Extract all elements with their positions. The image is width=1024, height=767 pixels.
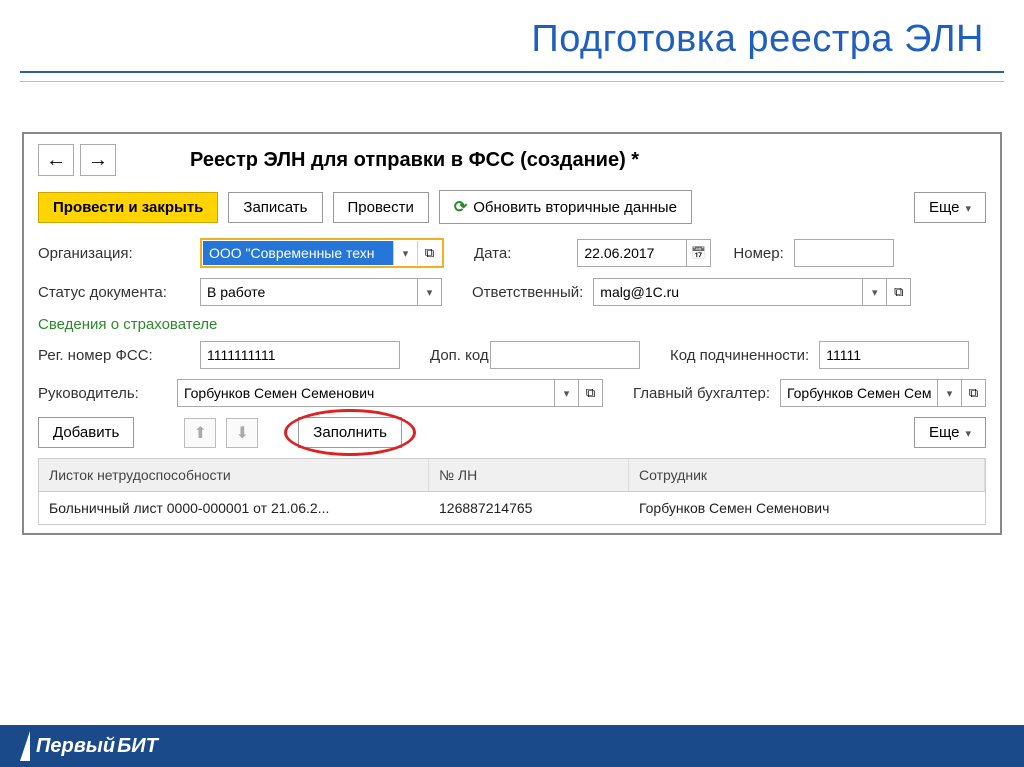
resp-label: Ответственный: <box>472 284 583 301</box>
resp-open-button[interactable] <box>887 278 911 306</box>
toolbar: Провести и закрыть Записать Провести ⟳ О… <box>38 190 986 224</box>
status-label: Статус документа: <box>38 284 190 301</box>
date-field-wrap <box>577 239 711 267</box>
sub-label: Код подчиненности: <box>670 347 809 364</box>
td-sheet: Больничный лист 0000-000001 от 21.06.2..… <box>39 492 429 524</box>
chevron-down-icon <box>965 199 971 216</box>
org-open-button[interactable] <box>417 241 441 265</box>
section-insurer-title: Сведения о страхователе <box>38 316 986 333</box>
resp-input[interactable] <box>593 278 863 306</box>
row-reg: Рег. номер ФСС: Доп. код: Код подчиненно… <box>38 341 986 369</box>
window-title: Реестр ЭЛН для отправки в ФСС (создание)… <box>190 149 639 172</box>
td-number: 126887214765 <box>429 492 629 524</box>
more-button[interactable]: Еще <box>914 192 986 223</box>
thin-line <box>20 81 1004 82</box>
table-head: Листок нетрудоспособности № ЛН Сотрудник <box>39 459 985 492</box>
list-toolbar: Добавить ⬆ ⬇ Заполнить Еще <box>38 417 986 448</box>
th-sheet: Листок нетрудоспособности <box>39 459 429 491</box>
brand-part1: Первый <box>36 735 115 758</box>
head-open-button[interactable] <box>579 379 603 407</box>
acct-label: Главный бухгалтер: <box>633 385 770 402</box>
fill-button[interactable]: Заполнить <box>298 417 402 448</box>
slide-title: Подготовка реестра ЭЛН <box>0 0 1024 71</box>
refresh-icon: ⟳ <box>454 197 467 217</box>
acct-dropdown-button[interactable] <box>938 379 962 407</box>
resp-dropdown-button[interactable] <box>863 278 887 306</box>
th-employee: Сотрудник <box>629 459 985 491</box>
head-label: Руководитель: <box>38 385 167 402</box>
calendar-icon[interactable] <box>687 239 711 267</box>
status-dropdown-button[interactable] <box>418 278 442 306</box>
acct-input[interactable] <box>780 379 938 407</box>
acct-field-wrap <box>780 379 986 407</box>
logo-icon <box>20 731 30 761</box>
fill-highlight: Заполнить <box>298 417 402 448</box>
dop-label: Доп. код: <box>430 347 480 364</box>
nav-forward-button[interactable]: → <box>80 144 116 176</box>
row-status: Статус документа: Ответственный: <box>38 278 986 306</box>
move-down-button[interactable]: ⬇ <box>226 418 258 448</box>
post-and-close-button[interactable]: Провести и закрыть <box>38 192 218 223</box>
more-label: Еще <box>929 199 960 216</box>
move-up-button[interactable]: ⬆ <box>184 418 216 448</box>
row-org: Организация: Дата: Номер: <box>38 238 986 268</box>
acct-open-button[interactable] <box>962 379 986 407</box>
table: Листок нетрудоспособности № ЛН Сотрудник… <box>38 458 986 525</box>
title-underline <box>20 71 1004 73</box>
footer-bar: ПервыйБИТ <box>0 725 1024 767</box>
app-window: ← → Реестр ЭЛН для отправки в ФСС (созда… <box>22 132 1002 535</box>
brand-part2: БИТ <box>117 735 158 758</box>
dop-input[interactable] <box>490 341 640 369</box>
list-more-button[interactable]: Еще <box>914 417 986 448</box>
table-row[interactable]: Больничный лист 0000-000001 от 21.06.2..… <box>39 492 985 524</box>
head-input[interactable] <box>177 379 555 407</box>
org-dropdown-button[interactable] <box>393 241 417 265</box>
date-label: Дата: <box>474 245 511 262</box>
org-field-wrap <box>200 238 444 268</box>
number-input[interactable] <box>794 239 894 267</box>
add-button[interactable]: Добавить <box>38 417 134 448</box>
refresh-button[interactable]: ⟳ Обновить вторичные данные <box>439 190 692 224</box>
org-label: Организация: <box>38 245 190 262</box>
resp-field-wrap <box>593 278 911 306</box>
td-employee: Горбунков Семен Семенович <box>629 492 985 524</box>
org-input[interactable] <box>203 241 393 265</box>
th-number: № ЛН <box>429 459 629 491</box>
reg-label: Рег. номер ФСС: <box>38 347 190 364</box>
head-dropdown-button[interactable] <box>555 379 579 407</box>
row-head: Руководитель: Главный бухгалтер: <box>38 379 986 407</box>
refresh-label: Обновить вторичные данные <box>473 199 677 216</box>
post-button[interactable]: Провести <box>333 192 429 223</box>
nav-row: ← → Реестр ЭЛН для отправки в ФСС (созда… <box>38 144 986 176</box>
head-field-wrap <box>177 379 603 407</box>
footer-logo: ПервыйБИТ <box>20 731 158 761</box>
sub-input[interactable] <box>819 341 969 369</box>
chevron-down-icon <box>965 424 971 441</box>
list-more-label: Еще <box>929 424 960 441</box>
status-input[interactable] <box>200 278 418 306</box>
nav-back-button[interactable]: ← <box>38 144 74 176</box>
number-label: Номер: <box>733 245 783 262</box>
status-field-wrap <box>200 278 442 306</box>
reg-input[interactable] <box>200 341 400 369</box>
date-input[interactable] <box>577 239 687 267</box>
write-button[interactable]: Записать <box>228 192 322 223</box>
